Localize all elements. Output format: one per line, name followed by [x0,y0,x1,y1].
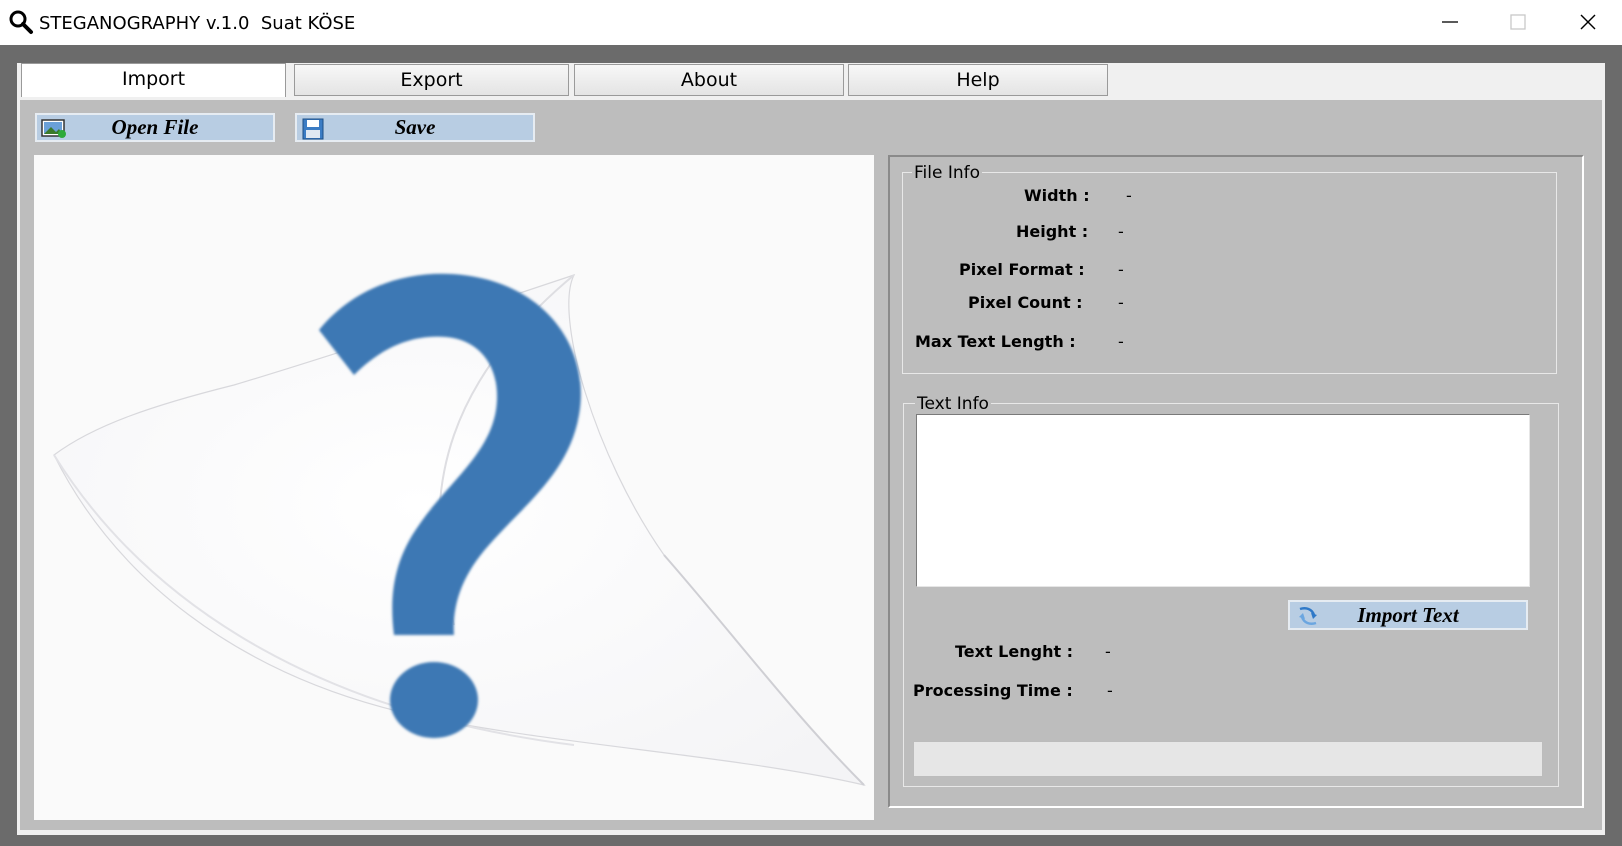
pixel-format-label: Pixel Format : [959,260,1085,279]
height-value: - [1118,222,1124,241]
maximize-icon [1510,14,1526,30]
max-text-length-value: - [1118,332,1124,351]
max-text-length-label: Max Text Length : [915,332,1076,351]
tab-help[interactable]: Help [848,64,1108,96]
width-value: - [1126,186,1132,205]
text-length-value: - [1105,642,1111,661]
text-info-title: Text Info [915,394,991,414]
save-button[interactable]: Save [295,113,535,142]
width-label: Width : [1024,186,1090,205]
question-mark-image [34,155,874,820]
pixel-count-value: - [1118,293,1124,312]
floppy-disk-icon [302,118,324,140]
import-text-icon [1299,607,1317,625]
tab-import[interactable]: Import [21,63,286,97]
image-icon [41,119,66,138]
import-text-label: Import Text [1357,603,1459,627]
text-input-area[interactable] [916,414,1530,587]
height-label: Height : [1016,222,1089,241]
import-text-button[interactable]: Import Text [1288,600,1528,630]
close-icon [1580,14,1596,30]
title-bar: STEGANOGRAPHY v.1.0 Suat KÖSE [0,0,1622,45]
tab-export[interactable]: Export [294,64,569,96]
minimize-button[interactable] [1418,0,1482,45]
text-length-label: Text Lenght : [955,642,1074,661]
search-icon [9,10,33,34]
processing-time-label: Processing Time : [913,681,1073,700]
close-button[interactable] [1556,0,1620,45]
minimize-icon [1442,21,1458,23]
save-label: Save [394,115,436,139]
pixel-format-value: - [1118,260,1124,279]
tab-about[interactable]: About [574,64,844,96]
processing-time-value: - [1107,681,1113,700]
image-preview [34,155,874,820]
maximize-button[interactable] [1486,0,1550,45]
window-title: STEGANOGRAPHY v.1.0 Suat KÖSE [39,13,356,34]
open-file-button[interactable]: Open File [35,113,275,142]
file-info-title: File Info [912,163,983,183]
open-file-label: Open File [111,115,199,139]
pixel-count-label: Pixel Count : [968,293,1083,312]
progress-bar [913,741,1543,777]
